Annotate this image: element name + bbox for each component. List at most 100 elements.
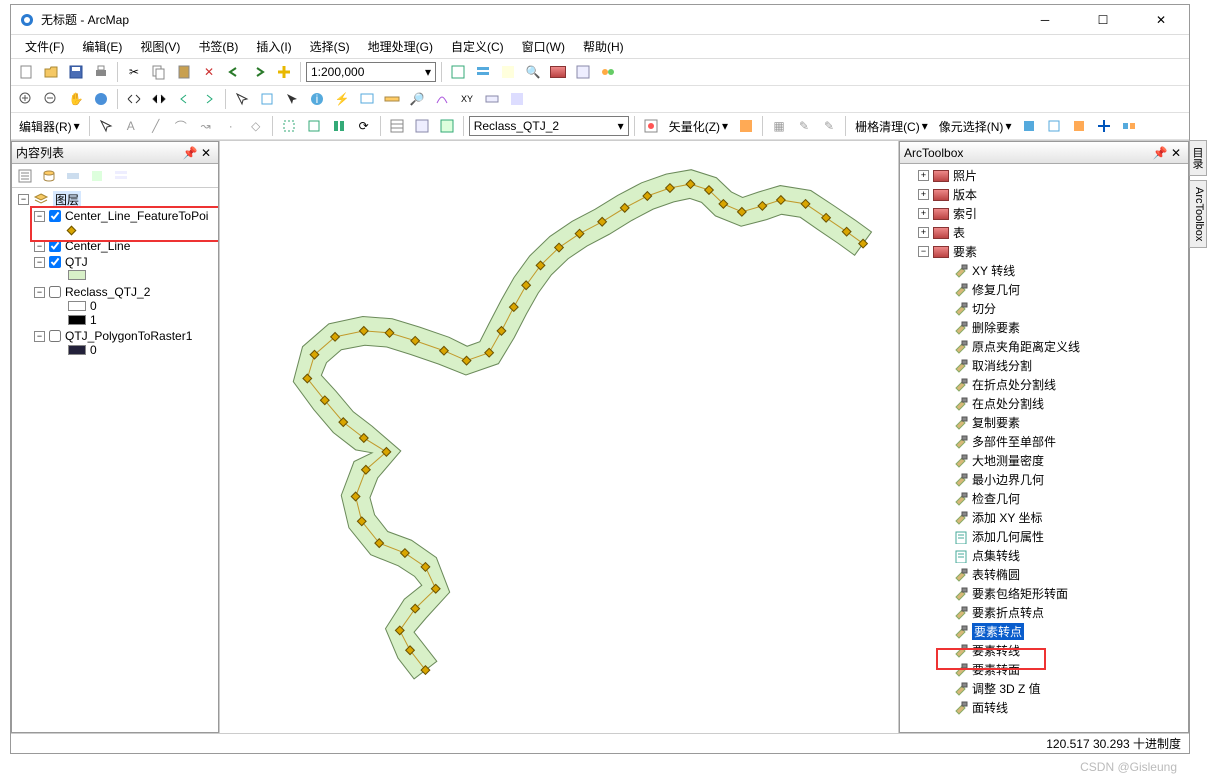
edit-tool-icon[interactable] bbox=[95, 115, 117, 137]
tool-row[interactable]: XY 转线 bbox=[900, 261, 1188, 280]
find-route-icon[interactable] bbox=[431, 88, 453, 110]
tool-row[interactable]: 面转线 bbox=[900, 698, 1188, 717]
tool-row[interactable]: 最小边界几何 bbox=[900, 470, 1188, 489]
rotate-icon[interactable]: ⟳ bbox=[353, 115, 375, 137]
maximize-button[interactable]: ☐ bbox=[1083, 5, 1123, 35]
add-data-icon[interactable] bbox=[273, 61, 295, 83]
menu-help[interactable]: 帮助(H) bbox=[575, 36, 632, 57]
identify-icon[interactable]: i bbox=[306, 88, 328, 110]
tool-row[interactable]: 要素折点转点 bbox=[900, 603, 1188, 622]
html-popup-icon[interactable] bbox=[356, 88, 378, 110]
collapse-icon[interactable]: − bbox=[18, 194, 29, 205]
toolset-name[interactable]: 索引 bbox=[953, 205, 977, 222]
cs2-icon[interactable] bbox=[1043, 115, 1065, 137]
tool-row[interactable]: 要素转面 bbox=[900, 660, 1188, 679]
sketch-properties-icon[interactable] bbox=[411, 115, 433, 137]
cut-polygons-icon[interactable] bbox=[278, 115, 300, 137]
cs4-icon[interactable] bbox=[1093, 115, 1115, 137]
edit-vertices-icon[interactable]: ◇ bbox=[245, 115, 267, 137]
edit-annotation-icon[interactable]: A bbox=[120, 115, 142, 137]
sidetab-arctoolbox[interactable]: ArcToolbox bbox=[1189, 180, 1207, 248]
measure-icon[interactable] bbox=[381, 88, 403, 110]
layers-root[interactable]: 图层 bbox=[53, 191, 81, 208]
arctoolbox-icon[interactable] bbox=[547, 61, 569, 83]
copy-icon[interactable] bbox=[148, 61, 170, 83]
collapse-icon[interactable]: − bbox=[34, 331, 45, 342]
menu-select[interactable]: 选择(S) bbox=[302, 36, 358, 57]
menu-insert[interactable]: 插入(I) bbox=[248, 36, 299, 57]
list-by-drawing-icon[interactable] bbox=[14, 165, 36, 187]
layer-name[interactable]: QTJ bbox=[65, 255, 88, 269]
split-icon[interactable] bbox=[328, 115, 350, 137]
next-extent-icon[interactable] bbox=[198, 88, 220, 110]
vectorize-dropdown[interactable]: 矢量化(Z) ▾ bbox=[665, 116, 732, 137]
hyperlink-icon[interactable]: ⚡ bbox=[331, 88, 353, 110]
tool-row[interactable]: 调整 3D Z 值 bbox=[900, 679, 1188, 698]
editor-toolbar-icon[interactable] bbox=[447, 61, 469, 83]
collapse-icon[interactable]: − bbox=[34, 241, 45, 252]
open-icon[interactable] bbox=[40, 61, 62, 83]
target-layer-combo[interactable]: Reclass_QTJ_2▾ bbox=[469, 116, 629, 136]
tool-row[interactable]: 添加几何属性 bbox=[900, 527, 1188, 546]
fixed-zoom-out-icon[interactable] bbox=[148, 88, 170, 110]
minimize-button[interactable]: ─ bbox=[1025, 5, 1065, 35]
cs5-icon[interactable] bbox=[1118, 115, 1140, 137]
full-extent-icon[interactable] bbox=[90, 88, 112, 110]
prev-extent-icon[interactable] bbox=[173, 88, 195, 110]
list-by-visibility-icon[interactable] bbox=[62, 165, 84, 187]
menu-file[interactable]: 文件(F) bbox=[17, 36, 72, 57]
raster-painting-icon[interactable] bbox=[640, 115, 662, 137]
close-button[interactable]: ✕ bbox=[1141, 5, 1181, 35]
close-panel-icon[interactable]: ✕ bbox=[1168, 145, 1184, 161]
sidetab-catalog[interactable]: 目录 bbox=[1189, 140, 1207, 176]
reshape-icon[interactable] bbox=[303, 115, 325, 137]
collapse-icon[interactable]: − bbox=[34, 257, 45, 268]
cs3-icon[interactable] bbox=[1068, 115, 1090, 137]
collapse-icon[interactable]: − bbox=[34, 287, 45, 298]
fixed-zoom-in-icon[interactable] bbox=[123, 88, 145, 110]
attributes-icon[interactable] bbox=[386, 115, 408, 137]
save-icon[interactable] bbox=[65, 61, 87, 83]
tool-row[interactable]: 要素转点 bbox=[900, 622, 1188, 641]
print-icon[interactable] bbox=[90, 61, 112, 83]
collapse-icon[interactable]: − bbox=[34, 211, 45, 222]
tool-row[interactable]: 修复几何 bbox=[900, 280, 1188, 299]
show-preview-icon[interactable]: ✎ bbox=[793, 115, 815, 137]
undo-icon[interactable] bbox=[223, 61, 245, 83]
tool-row[interactable]: 要素转线 bbox=[900, 641, 1188, 660]
straight-segment-icon[interactable]: ╱ bbox=[145, 115, 167, 137]
delete-icon[interactable]: ✕ bbox=[198, 61, 220, 83]
pin-icon[interactable]: 📌 bbox=[1152, 145, 1168, 161]
select-features-icon[interactable] bbox=[231, 88, 253, 110]
expand-icon[interactable]: − bbox=[918, 246, 929, 257]
model-icon[interactable] bbox=[597, 61, 619, 83]
tool-row[interactable]: 原点夹角距离定义线 bbox=[900, 337, 1188, 356]
select-elements-icon[interactable] bbox=[281, 88, 303, 110]
catalog-icon[interactable] bbox=[497, 61, 519, 83]
expand-icon[interactable]: + bbox=[918, 170, 929, 181]
python-icon[interactable] bbox=[572, 61, 594, 83]
zoom-in-icon[interactable] bbox=[15, 88, 37, 110]
redo-icon[interactable] bbox=[248, 61, 270, 83]
pin-icon[interactable]: 📌 bbox=[182, 145, 198, 161]
paste-icon[interactable] bbox=[173, 61, 195, 83]
menu-view[interactable]: 视图(V) bbox=[132, 36, 188, 57]
layer-checkbox[interactable] bbox=[49, 330, 61, 342]
zoom-out-icon[interactable] bbox=[40, 88, 62, 110]
goto-xy-icon[interactable]: XY bbox=[456, 88, 478, 110]
toolset-name[interactable]: 表 bbox=[953, 224, 965, 241]
tool-row[interactable]: 添加 XY 坐标 bbox=[900, 508, 1188, 527]
options-icon[interactable] bbox=[110, 165, 132, 187]
editor-dropdown[interactable]: 编辑器(R) ▾ bbox=[15, 116, 84, 137]
layer-checkbox[interactable] bbox=[49, 240, 61, 252]
create-viewer-icon[interactable] bbox=[506, 88, 528, 110]
layer-checkbox[interactable] bbox=[49, 256, 61, 268]
pan-icon[interactable]: ✋ bbox=[65, 88, 87, 110]
cs1-icon[interactable] bbox=[1018, 115, 1040, 137]
tool-row[interactable]: 复制要素 bbox=[900, 413, 1188, 432]
layer-checkbox[interactable] bbox=[49, 286, 61, 298]
expand-icon[interactable]: + bbox=[918, 189, 929, 200]
layer-checkbox[interactable] bbox=[49, 210, 61, 222]
tool-row[interactable]: 检查几何 bbox=[900, 489, 1188, 508]
tool-row[interactable]: 大地测量密度 bbox=[900, 451, 1188, 470]
